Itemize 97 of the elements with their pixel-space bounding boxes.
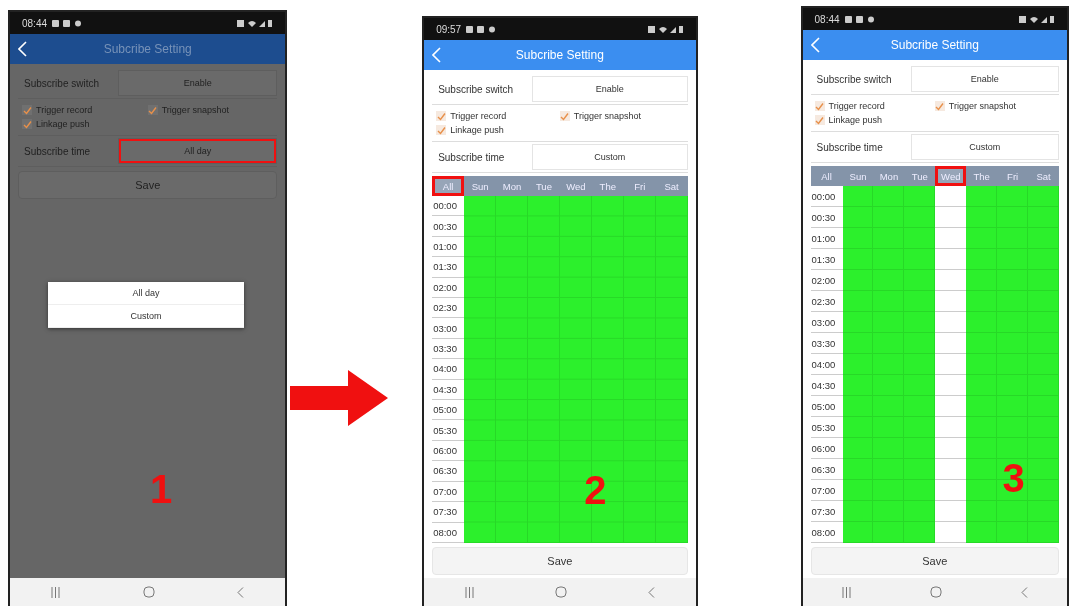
all-toggle[interactable]: All (432, 176, 465, 196)
time-label: 03:30 (810, 333, 843, 354)
status-time: 08:44 (22, 17, 48, 29)
field-label: Subscribe switch (437, 83, 515, 95)
home-icon (554, 586, 567, 598)
status-icon (237, 18, 274, 28)
day-toggle[interactable]: Sun (842, 166, 874, 186)
schedule-column[interactable] (966, 186, 998, 543)
checkbox[interactable]: Trigger snapshot (147, 105, 274, 115)
menu-option[interactable]: Custom (48, 305, 244, 328)
switch-dropdown[interactable]: Enable (118, 70, 278, 96)
save-button[interactable]: Save (810, 547, 1059, 575)
time-label: 04:30 (810, 375, 843, 396)
switch-dropdown[interactable]: Enable (532, 76, 688, 102)
notification-icon (52, 18, 83, 28)
schedule-column[interactable] (655, 196, 688, 543)
save-button[interactable]: Save (432, 547, 688, 575)
day-toggle[interactable]: Mon (496, 176, 528, 196)
recents-icon (841, 586, 851, 598)
time-label: 04:00 (810, 354, 843, 375)
back-icon (432, 47, 442, 63)
status-icon (647, 24, 684, 34)
day-toggle[interactable]: Fri (997, 166, 1029, 186)
status-time: 09:57 (436, 23, 462, 35)
field-label: Subscribe time (23, 145, 92, 157)
time-label: 06:30 (810, 459, 843, 480)
time-dropdown[interactable]: Custom (532, 144, 688, 170)
schedule-column[interactable] (904, 186, 936, 543)
day-toggle[interactable]: Wed (935, 166, 967, 186)
field-label: Subscribe time (437, 151, 506, 163)
checkbox[interactable]: Linkage push (22, 119, 148, 129)
day-toggle[interactable]: Sat (1028, 166, 1059, 186)
back-icon (237, 586, 245, 598)
time-label: 05:30 (810, 417, 843, 438)
day-toggle[interactable]: Tue (904, 166, 936, 186)
time-label: 07:00 (810, 480, 843, 501)
step-number: 1 (150, 467, 173, 512)
checkbox[interactable]: Trigger snapshot (559, 111, 684, 121)
time-label: 02:30 (810, 291, 843, 312)
save-button[interactable]: Save (18, 171, 278, 199)
time-label: 07:30 (810, 501, 843, 522)
menu-option[interactable]: All day (48, 282, 244, 305)
back-icon (810, 37, 820, 53)
time-label: 05:00 (810, 396, 843, 417)
schedule-column[interactable] (873, 186, 905, 543)
home-icon (142, 586, 155, 598)
time-dropdown[interactable]: All day (118, 138, 278, 164)
home-icon (929, 586, 942, 598)
day-toggle[interactable]: Wed (559, 176, 592, 196)
status-time: 08:44 (814, 13, 840, 25)
step-number: 3 (1002, 456, 1025, 501)
checkbox[interactable]: Trigger record (22, 105, 148, 115)
time-label: 03:00 (810, 312, 843, 333)
time-dropdown[interactable]: Custom (910, 134, 1059, 160)
day-toggle[interactable]: Tue (528, 176, 560, 196)
back-icon (648, 586, 655, 598)
screen-title: Subcribe Setting (889, 38, 980, 52)
day-toggle[interactable]: The (966, 166, 998, 186)
back-icon (18, 41, 27, 57)
status-icon (1019, 14, 1055, 24)
notification-icon (466, 24, 497, 34)
time-label: 01:00 (810, 228, 843, 249)
schedule-column[interactable] (842, 186, 874, 543)
time-label: 00:30 (810, 207, 843, 228)
field-label: Subscribe time (815, 141, 884, 153)
all-toggle[interactable]: All (810, 166, 843, 186)
schedule-column[interactable] (464, 196, 497, 543)
screen-title: Subcribe Setting (102, 42, 193, 56)
recents-icon (51, 586, 61, 598)
time-label: 06:00 (810, 438, 843, 459)
checkbox[interactable]: Linkage push (814, 115, 935, 125)
day-toggle[interactable]: Sat (655, 176, 688, 196)
checkbox[interactable]: Trigger snapshot (934, 101, 1055, 111)
day-toggle[interactable]: Mon (873, 166, 905, 186)
time-label: 08:00 (810, 522, 843, 543)
recents-icon (464, 586, 474, 598)
back-icon (1020, 586, 1028, 598)
checkbox[interactable]: Linkage push (436, 125, 560, 135)
screen-title: Subcribe Setting (514, 48, 605, 62)
day-toggle[interactable]: Sun (464, 176, 497, 196)
schedule-column[interactable] (528, 196, 560, 543)
day-toggle[interactable]: The (591, 176, 624, 196)
time-label: 00:00 (810, 186, 843, 207)
notification-icon (844, 14, 875, 24)
switch-dropdown[interactable]: Enable (910, 66, 1059, 92)
field-label: Subscribe switch (23, 77, 101, 89)
step-number: 2 (584, 468, 607, 513)
schedule-column[interactable] (1028, 186, 1059, 543)
schedule-column[interactable] (496, 196, 528, 543)
field-label: Subscribe switch (815, 73, 893, 85)
checkbox[interactable]: Trigger record (436, 111, 560, 121)
time-label: 02:00 (810, 270, 843, 291)
checkbox[interactable]: Trigger record (814, 101, 935, 111)
schedule-column[interactable] (623, 196, 656, 543)
time-label: 01:30 (810, 249, 843, 270)
day-toggle[interactable]: Fri (623, 176, 656, 196)
schedule-column[interactable] (997, 186, 1029, 543)
